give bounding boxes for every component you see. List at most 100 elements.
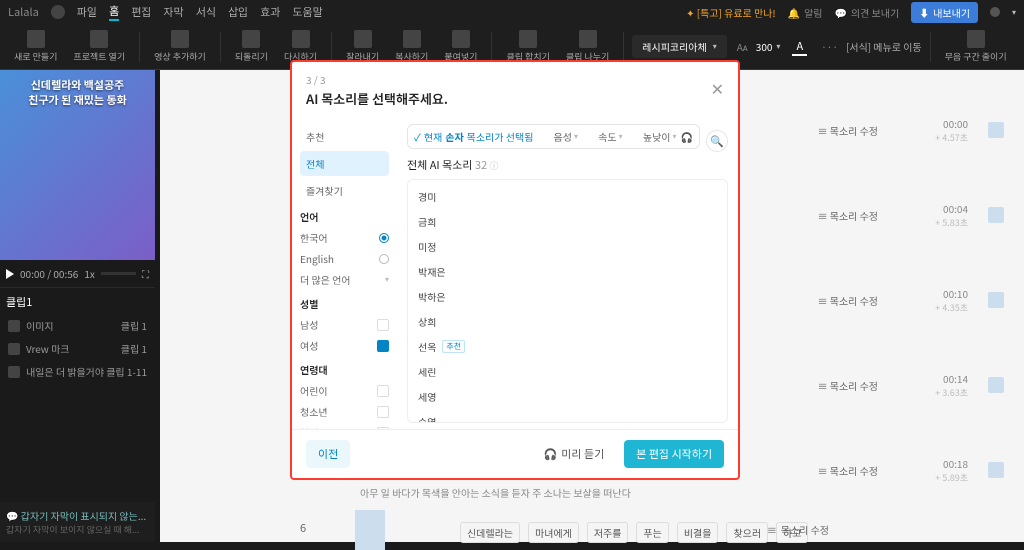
preview-title: 신데렐라와 백설공주 친구가 된 재밌는 동화	[0, 78, 155, 109]
voice-item[interactable]: 경미	[416, 184, 719, 209]
notif-link[interactable]: 🔔 알림	[788, 5, 823, 20]
helper-tip[interactable]: 💬 갑자기 자막이 표시되지 않는... 갑자기 자막이 보이지 않으실 때 해…	[0, 502, 155, 542]
clip-row[interactable]: 이미지클립 1	[6, 314, 149, 337]
voice-modal: ✕ 3 / 3 AI 목소리를 선택해주세요. 추천 전체 즐겨찾기 언어 한국…	[290, 60, 740, 480]
menu-caption[interactable]: 자막	[163, 4, 183, 20]
dd-speed[interactable]: 속도 ▾	[598, 129, 622, 144]
voice-item[interactable]: 순영	[416, 409, 719, 423]
video-preview[interactable]: 신데렐라와 백설공주 친구가 된 재밌는 동화	[0, 70, 155, 260]
lang-more[interactable]: 더 많은 언어▾	[300, 269, 389, 290]
gender-female[interactable]: 여성	[300, 335, 389, 356]
lang-korean[interactable]: 한국어	[300, 227, 389, 248]
feedback-link[interactable]: 💬 의견 보내기	[834, 5, 899, 20]
voice-list[interactable]: 경미금희미정박재은박하은상희선옥 추천세린세영순영손자 추천 선택됨순정	[407, 179, 728, 423]
voice-item[interactable]: 상희	[416, 309, 719, 334]
play-button[interactable]	[6, 269, 14, 279]
clip-row[interactable]: 내일은 더 밝을거야클립 1-11	[6, 360, 149, 383]
goto-format[interactable]: [서식] 메뉴로 이동	[846, 39, 922, 54]
checkbox-icon	[377, 406, 389, 418]
folder-icon	[90, 30, 108, 48]
age-child[interactable]: 어린이	[300, 380, 389, 401]
search-button[interactable]: 🔍	[706, 130, 728, 152]
filter-age-head: 연령대	[300, 362, 389, 377]
cat-recommend[interactable]: 추천	[300, 124, 389, 149]
tool-new[interactable]: 새로 만들기	[8, 28, 63, 65]
wave-icon	[967, 30, 985, 48]
filter-gender-head: 성별	[300, 296, 389, 311]
under-text: 아무 일 바다가 목색을 안아는 소식을 듣자 주 소나는 보살을 떠난다	[360, 485, 631, 500]
tool-open[interactable]: 프로젝트 열기	[67, 28, 131, 65]
font-select[interactable]: 레시피코리아체 ▾	[632, 35, 726, 58]
dd-vol[interactable]: 높낮이 ▾	[643, 129, 677, 144]
info-icon[interactable]: ⓘ	[490, 159, 499, 172]
font-size[interactable]: 300	[756, 39, 773, 54]
voice-item[interactable]: 세영	[416, 384, 719, 409]
redo-icon	[292, 30, 310, 48]
prev-button[interactable]: 이전	[306, 440, 350, 468]
tool-addvideo[interactable]: 영상 추가하기	[148, 28, 212, 65]
lang-english[interactable]: English	[300, 248, 389, 269]
split-icon	[579, 30, 597, 48]
preview-listen-button[interactable]: 🎧 미리 듣기	[532, 440, 617, 468]
menu-effect[interactable]: 효과	[260, 4, 280, 20]
time-display: 00:00 / 00:56	[20, 266, 78, 281]
edit-voice-6[interactable]: ≡ 목소리 수정	[767, 522, 829, 537]
voice-item[interactable]: 세린	[416, 359, 719, 384]
progress-bar[interactable]	[101, 272, 136, 275]
cat-all[interactable]: 전체	[300, 151, 389, 176]
promo-link[interactable]: ✦ [특고] 유료로 만나!	[686, 5, 776, 20]
voice-item[interactable]: 박하은	[416, 284, 719, 309]
theme-toggle[interactable]	[990, 7, 1000, 17]
menu-file[interactable]: 파일	[77, 4, 97, 20]
cat-fav[interactable]: 즐겨찾기	[300, 178, 389, 203]
text-color[interactable]: A	[792, 38, 807, 56]
tool-undo[interactable]: 되돌리기	[229, 28, 274, 65]
current-voice-tag[interactable]: ✓ 현재 손자 목소리가 선택됨	[414, 129, 533, 144]
dd-pitch[interactable]: 음성 ▾	[554, 129, 578, 144]
voice-item[interactable]: 미정	[416, 234, 719, 259]
menu-insert[interactable]: 삽입	[228, 4, 248, 20]
brand: Lalala	[8, 4, 39, 20]
more-icon[interactable]: ▾	[1012, 7, 1016, 18]
copy-icon	[403, 30, 421, 48]
start-edit-button[interactable]: 본 편집 시작하기	[624, 440, 724, 468]
gender-male[interactable]: 남성	[300, 314, 389, 335]
tool-trim-silence[interactable]: 무음 구간 줄이기	[939, 28, 1013, 65]
age-young[interactable]: 청년	[300, 422, 389, 429]
step-indicator: 3 / 3	[306, 72, 724, 87]
menu-home[interactable]: 홈	[109, 3, 119, 21]
word-chip[interactable]: 신데렐라는	[460, 522, 520, 543]
checkbox-icon	[377, 319, 389, 331]
voice-item[interactable]: 금희	[416, 209, 719, 234]
word-chip[interactable]: 찾으러	[726, 522, 768, 543]
clip-icon	[8, 366, 20, 378]
modal-title: AI 목소리를 선택해주세요.	[306, 89, 724, 108]
list-count: 32	[475, 157, 487, 173]
word-chip[interactable]: 비결을	[677, 522, 719, 543]
word-chip[interactable]: 저주를	[587, 522, 629, 543]
menu-edit[interactable]: 편집	[131, 4, 151, 20]
row-index: 6	[300, 520, 306, 536]
word-chip[interactable]: 마녀에게	[528, 522, 579, 543]
menu-format[interactable]: 서식	[196, 4, 216, 20]
paste-icon	[452, 30, 470, 48]
speed-display[interactable]: 1x	[84, 266, 95, 281]
clip-thumb[interactable]	[355, 510, 385, 550]
left-panel: 신데렐라와 백설공주 친구가 된 재밌는 동화 00:00 / 00:56 1x…	[0, 70, 155, 542]
voice-item[interactable]: 박재은	[416, 259, 719, 284]
export-button[interactable]: ⬇ 내보내기	[911, 2, 978, 23]
age-teen[interactable]: 청소년	[300, 401, 389, 422]
avatar-icon[interactable]	[51, 5, 65, 19]
clip-row[interactable]: Vrew 마크클립 1	[6, 337, 149, 360]
menu-help[interactable]: 도움말	[292, 4, 322, 20]
checkbox-icon	[377, 340, 389, 352]
voice-item[interactable]: 선옥 추천	[416, 334, 719, 359]
fullscreen-icon[interactable]: ⛶	[142, 266, 149, 281]
clip-label: 클립1	[6, 294, 149, 310]
merge-icon	[519, 30, 537, 48]
word-chip[interactable]: 푸는	[636, 522, 668, 543]
headphone-icon[interactable]: 🎧	[681, 129, 693, 144]
close-button[interactable]: ✕	[711, 76, 724, 100]
filter-column: 추천 전체 즐겨찾기 언어 한국어 English 더 많은 언어▾ 성별 남성…	[292, 118, 397, 429]
top-menu-bar: Lalala 파일 홈 편집 자막 서식 삽입 효과 도움말 ✦ [특고] 유료…	[0, 0, 1024, 24]
